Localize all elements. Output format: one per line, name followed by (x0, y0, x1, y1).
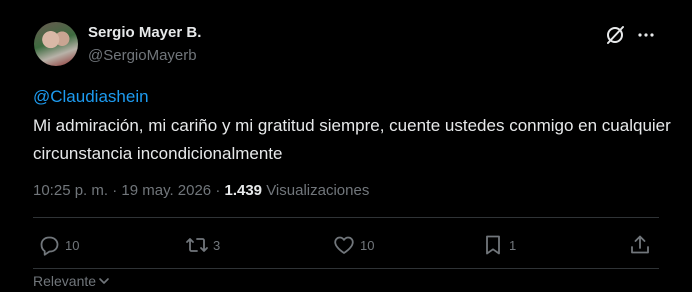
tweet: Sergio Mayer B. @SergioMayerb @Claudiash… (0, 0, 692, 292)
like-count: 10 (360, 237, 375, 253)
author-handle[interactable]: @SergioMayerb (88, 47, 197, 64)
divider (33, 217, 659, 218)
avatar[interactable] (34, 22, 78, 66)
author-name[interactable]: Sergio Mayer B. (88, 24, 201, 41)
reply-icon (40, 236, 59, 256)
chevron-down-icon (99, 278, 109, 284)
retweet-icon (186, 238, 208, 252)
retweet-count: 3 (213, 237, 221, 253)
share-button[interactable] (628, 232, 652, 258)
heart-icon (334, 236, 354, 254)
bookmark-button[interactable]: 1 (481, 232, 516, 258)
retweet-button[interactable]: 3 (185, 232, 220, 258)
sort-label: Relevante (33, 273, 97, 289)
share-icon (631, 235, 649, 254)
reply-button[interactable]: 10 (37, 232, 79, 258)
bookmark-count: 1 (509, 237, 517, 253)
reply-count: 10 (65, 237, 80, 253)
grok-icon[interactable] (604, 24, 626, 46)
sort-dropdown[interactable]: Relevante (33, 273, 111, 289)
more-icon[interactable] (636, 27, 656, 43)
mention-link[interactable]: @Claudiashein (33, 87, 149, 107)
bookmark-icon (486, 235, 500, 255)
views-label: Visualizaciones (262, 182, 370, 199)
timestamp[interactable]: 10:25 p. m. · 19 may. 2026 · (33, 182, 224, 199)
divider (33, 268, 659, 269)
like-button[interactable]: 10 (332, 232, 374, 258)
views-count: 1.439 (224, 182, 263, 199)
tweet-text: Mi admiración, mi cariño y mi gratitud s… (33, 116, 671, 163)
tweet-meta: 10:25 p. m. · 19 may. 2026 · 1.439 Visua… (33, 182, 369, 199)
